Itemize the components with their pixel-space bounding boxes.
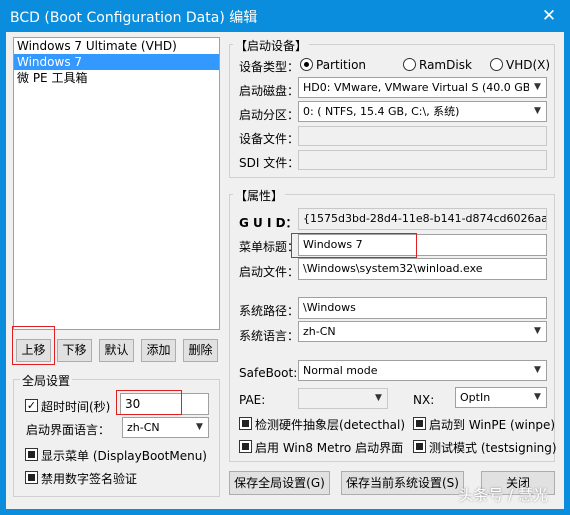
radio-ramdisk-label: RamDisk xyxy=(419,58,472,72)
boot-partition-select[interactable]: 0: ( NTFS, 15.4 GB, C:\, 系统) ▼ xyxy=(298,101,547,122)
save-global-button[interactable]: 保存全局设置(G) xyxy=(229,471,330,495)
boot-disk-label: 启动磁盘： xyxy=(239,84,300,98)
nx-label: NX: xyxy=(413,393,435,407)
nx-value: OptIn xyxy=(460,391,491,404)
testsigning-checkbox[interactable] xyxy=(413,440,426,453)
detecthal-label: 检测硬件抽象层(detecthal) xyxy=(255,418,406,432)
device-file-label: 设备文件： xyxy=(239,132,300,146)
boot-partition-value: 0: ( NTFS, 15.4 GB, C:\, 系统) xyxy=(303,105,460,118)
radio-partition[interactable] xyxy=(300,58,313,71)
default-button[interactable]: 默认 xyxy=(99,339,134,362)
metro-label: 启用 Win8 Metro 启动界面 xyxy=(255,441,404,455)
boot-entry-list[interactable]: Windows 7 Ultimate (VHD) Windows 7 微 PE … xyxy=(13,37,220,330)
list-item[interactable]: 微 PE 工具箱 xyxy=(14,70,219,86)
close-icon[interactable]: ✕ xyxy=(536,3,562,29)
safeboot-label: SafeBoot: xyxy=(239,366,298,380)
chevron-down-icon: ▼ xyxy=(534,392,541,402)
disable-signature-label: 禁用数字签名验证 xyxy=(41,472,138,486)
sdi-file-input xyxy=(298,150,547,170)
move-down-button[interactable]: 下移 xyxy=(57,339,92,362)
chevron-down-icon: ▼ xyxy=(534,365,541,375)
window-frame-left xyxy=(0,32,6,515)
boot-file-input[interactable]: \Windows\system32\winload.exe xyxy=(298,258,547,280)
timeout-input[interactable]: 30 xyxy=(120,393,209,415)
guid-field: {1575d3bd-28d4-11e8-b141-d874cd6026aa} xyxy=(298,208,547,230)
safeboot-value: Normal mode xyxy=(303,364,378,377)
guid-label: G U I D： xyxy=(239,216,298,230)
boot-partition-label: 启动分区： xyxy=(239,108,300,122)
winpe-label: 启动到 WinPE (winpe) xyxy=(429,418,556,432)
window-frame-right xyxy=(564,32,570,515)
list-item[interactable]: Windows 7 xyxy=(14,54,219,70)
chevron-down-icon: ▼ xyxy=(529,78,546,97)
system-language-value: zh-CN xyxy=(303,325,336,338)
chevron-down-icon: ▼ xyxy=(534,106,541,116)
sdi-file-label: SDI 文件： xyxy=(239,156,300,170)
system-path-input[interactable]: \Windows xyxy=(298,297,547,319)
show-menu-label: 显示菜单 (DisplayBootMenu) xyxy=(41,449,207,463)
global-settings-legend: 全局设置 xyxy=(20,372,73,389)
boot-ui-language-value: zh-CN xyxy=(127,421,160,434)
winpe-checkbox[interactable] xyxy=(413,417,426,430)
window-frame-bottom xyxy=(0,509,570,515)
metro-checkbox[interactable] xyxy=(239,440,252,453)
watermark: 头条号 / 慧光 xyxy=(458,486,548,504)
window-title: BCD (Boot Configuration Data) 编辑 xyxy=(10,10,258,26)
delete-button[interactable]: 删除 xyxy=(183,339,218,362)
radio-partition-label: Partition xyxy=(316,58,367,72)
chevron-down-icon: ▼ xyxy=(196,422,203,432)
system-language-label: 系统语言： xyxy=(239,329,300,343)
pae-label: PAE: xyxy=(239,393,266,407)
boot-ui-language-select[interactable]: zh-CN ▼ xyxy=(122,417,209,438)
move-up-button[interactable]: 上移 xyxy=(16,339,51,362)
radio-ramdisk[interactable] xyxy=(403,58,416,71)
disable-signature-checkbox[interactable] xyxy=(25,471,38,484)
safeboot-select[interactable]: Normal mode ▼ xyxy=(298,360,547,381)
boot-disk-select[interactable]: HD0: VMware, VMware Virtual S (40.0 GB, … xyxy=(298,77,547,98)
chevron-down-icon: ▼ xyxy=(375,393,382,403)
timeout-label: 超时时间(秒) xyxy=(41,400,111,414)
device-file-input xyxy=(298,126,547,146)
radio-vhdx-label: VHD(X) xyxy=(506,58,551,72)
boot-disk-value: HD0: VMware, VMware Virtual S (40.0 GB, … xyxy=(303,81,547,94)
system-language-select[interactable]: zh-CN ▼ xyxy=(298,321,547,342)
menu-title-label: 菜单标题： xyxy=(239,240,300,254)
show-menu-checkbox[interactable] xyxy=(25,448,38,461)
radio-vhdx[interactable] xyxy=(490,58,503,71)
system-path-label: 系统路径： xyxy=(239,304,300,318)
device-type-label: 设备类型： xyxy=(239,60,300,74)
pae-select: ▼ xyxy=(298,388,388,409)
boot-device-legend: 【启动设备】 xyxy=(233,37,310,54)
list-item[interactable]: Windows 7 Ultimate (VHD) xyxy=(14,38,219,54)
boot-ui-language-label: 启动界面语言： xyxy=(26,423,111,437)
save-current-button[interactable]: 保存当前系统设置(S) xyxy=(341,471,464,495)
detecthal-checkbox[interactable] xyxy=(239,417,252,430)
nx-select[interactable]: OptIn ▼ xyxy=(455,387,547,408)
boot-file-label: 启动文件： xyxy=(239,265,300,279)
add-button[interactable]: 添加 xyxy=(141,339,176,362)
menu-title-input[interactable]: Windows 7 xyxy=(298,234,547,256)
attributes-legend: 【属性】 xyxy=(233,187,286,204)
title-bar: BCD (Boot Configuration Data) 编辑 ✕ xyxy=(0,0,570,32)
chevron-down-icon: ▼ xyxy=(534,326,541,336)
timeout-checkbox[interactable]: ✓ xyxy=(25,399,38,412)
testsigning-label: 测试模式 (testsigning) xyxy=(429,441,557,455)
